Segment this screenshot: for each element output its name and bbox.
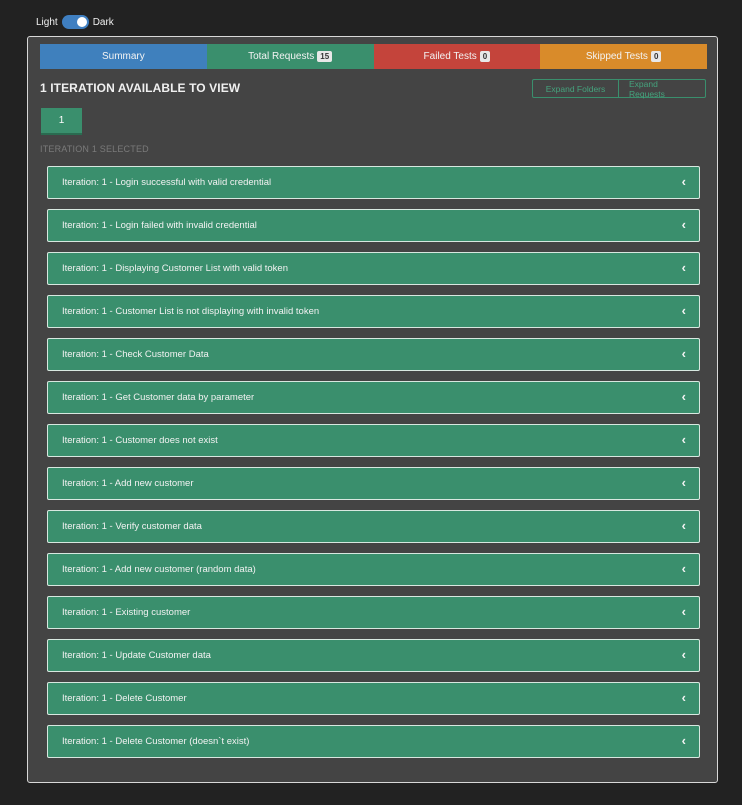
request-item-label: Iteration: 1 - Verify customer data [62, 521, 202, 532]
request-item-label: Iteration: 1 - Delete Customer (doesn`t … [62, 736, 250, 747]
request-item-label: Iteration: 1 - Get Customer data by para… [62, 392, 255, 403]
request-item-label: Iteration: 1 - Customer does not exist [62, 435, 218, 446]
chevron-left-icon[interactable]: ‹ [682, 734, 686, 747]
request-item-label: Iteration: 1 - Update Customer data [62, 650, 211, 661]
request-item-label: Iteration: 1 - Customer List is not disp… [62, 306, 320, 317]
request-item[interactable]: Iteration: 1 - Customer List is not disp… [47, 295, 700, 328]
chevron-left-icon[interactable]: ‹ [682, 390, 686, 403]
chevron-left-icon[interactable]: ‹ [682, 261, 686, 274]
chevron-left-icon[interactable]: ‹ [682, 433, 686, 446]
request-item-label: Iteration: 1 - Login successful with val… [62, 177, 272, 188]
chevron-left-icon[interactable]: ‹ [682, 519, 686, 532]
failed-tests-badge: 0 [479, 51, 491, 62]
request-item[interactable]: Iteration: 1 - Login failed with invalid… [47, 209, 700, 242]
total-requests-badge: 15 [317, 51, 333, 62]
theme-toggle: Light Dark [36, 15, 114, 29]
request-item[interactable]: Iteration: 1 - Add new customer (random … [47, 553, 700, 586]
request-item-label: Iteration: 1 - Add new customer [62, 478, 194, 489]
iteration-1-button[interactable]: 1 [41, 108, 82, 135]
tab-skipped-tests[interactable]: Skipped Tests 0 [540, 44, 707, 69]
tab-failed-tests[interactable]: Failed Tests 0 [373, 44, 541, 69]
summary-tabs: Summary Total Requests 15 Failed Tests 0… [40, 44, 707, 69]
request-item-label: Iteration: 1 - Existing customer [62, 607, 191, 618]
request-item-label: Iteration: 1 - Check Customer Data [62, 349, 209, 360]
request-item[interactable]: Iteration: 1 - Existing customer ‹ [47, 596, 700, 629]
skipped-tests-badge: 0 [650, 51, 662, 62]
chevron-left-icon[interactable]: ‹ [682, 476, 686, 489]
request-item[interactable]: Iteration: 1 - Update Customer data ‹ [47, 639, 700, 672]
chevron-left-icon[interactable]: ‹ [682, 562, 686, 575]
iterations-heading: 1 ITERATION AVAILABLE TO VIEW [40, 81, 241, 95]
theme-light-label: Light [36, 16, 58, 28]
iteration-selected-label: ITERATION 1 SELECTED [40, 144, 149, 154]
request-item[interactable]: Iteration: 1 - Customer does not exist ‹ [47, 424, 700, 457]
chevron-left-icon[interactable]: ‹ [682, 304, 686, 317]
tab-total-requests[interactable]: Total Requests 15 [206, 44, 374, 69]
request-item-label: Iteration: 1 - Delete Customer [62, 693, 187, 704]
tab-summary[interactable]: Summary [40, 44, 207, 69]
request-item[interactable]: Iteration: 1 - Login successful with val… [47, 166, 700, 199]
request-item[interactable]: Iteration: 1 - Add new customer ‹ [47, 467, 700, 500]
request-item[interactable]: Iteration: 1 - Verify customer data ‹ [47, 510, 700, 543]
request-item-label: Iteration: 1 - Displaying Customer List … [62, 263, 288, 274]
request-item-label: Iteration: 1 - Add new customer (random … [62, 564, 256, 575]
expand-requests-button[interactable]: Expand Requests [619, 79, 706, 99]
theme-dark-label: Dark [92, 16, 114, 28]
theme-switch[interactable] [61, 15, 89, 29]
request-item-label: Iteration: 1 - Login failed with invalid… [62, 220, 257, 231]
switch-knob [76, 17, 87, 27]
chevron-left-icon[interactable]: ‹ [682, 691, 686, 704]
chevron-left-icon[interactable]: ‹ [682, 175, 686, 188]
tab-total-label: Total Requests [248, 51, 315, 62]
chevron-left-icon[interactable]: ‹ [682, 648, 686, 661]
request-item[interactable]: Iteration: 1 - Delete Customer ‹ [47, 682, 700, 715]
report-card: Summary Total Requests 15 Failed Tests 0… [27, 36, 718, 783]
request-item[interactable]: Iteration: 1 - Delete Customer (doesn`t … [47, 725, 700, 758]
request-item[interactable]: Iteration: 1 - Check Customer Data ‹ [47, 338, 700, 371]
tab-summary-label: Summary [101, 51, 145, 62]
chevron-left-icon[interactable]: ‹ [682, 218, 686, 231]
request-item[interactable]: Iteration: 1 - Get Customer data by para… [47, 381, 700, 414]
expand-folders-button[interactable]: Expand Folders [532, 79, 619, 98]
request-list: Iteration: 1 - Login successful with val… [47, 166, 700, 768]
chevron-left-icon[interactable]: ‹ [682, 605, 686, 618]
tab-skipped-label: Skipped Tests [585, 51, 648, 62]
tab-failed-label: Failed Tests [423, 51, 477, 62]
expand-button-group: Expand Folders Expand Requests [532, 79, 706, 99]
chevron-left-icon[interactable]: ‹ [682, 347, 686, 360]
request-item[interactable]: Iteration: 1 - Displaying Customer List … [47, 252, 700, 285]
